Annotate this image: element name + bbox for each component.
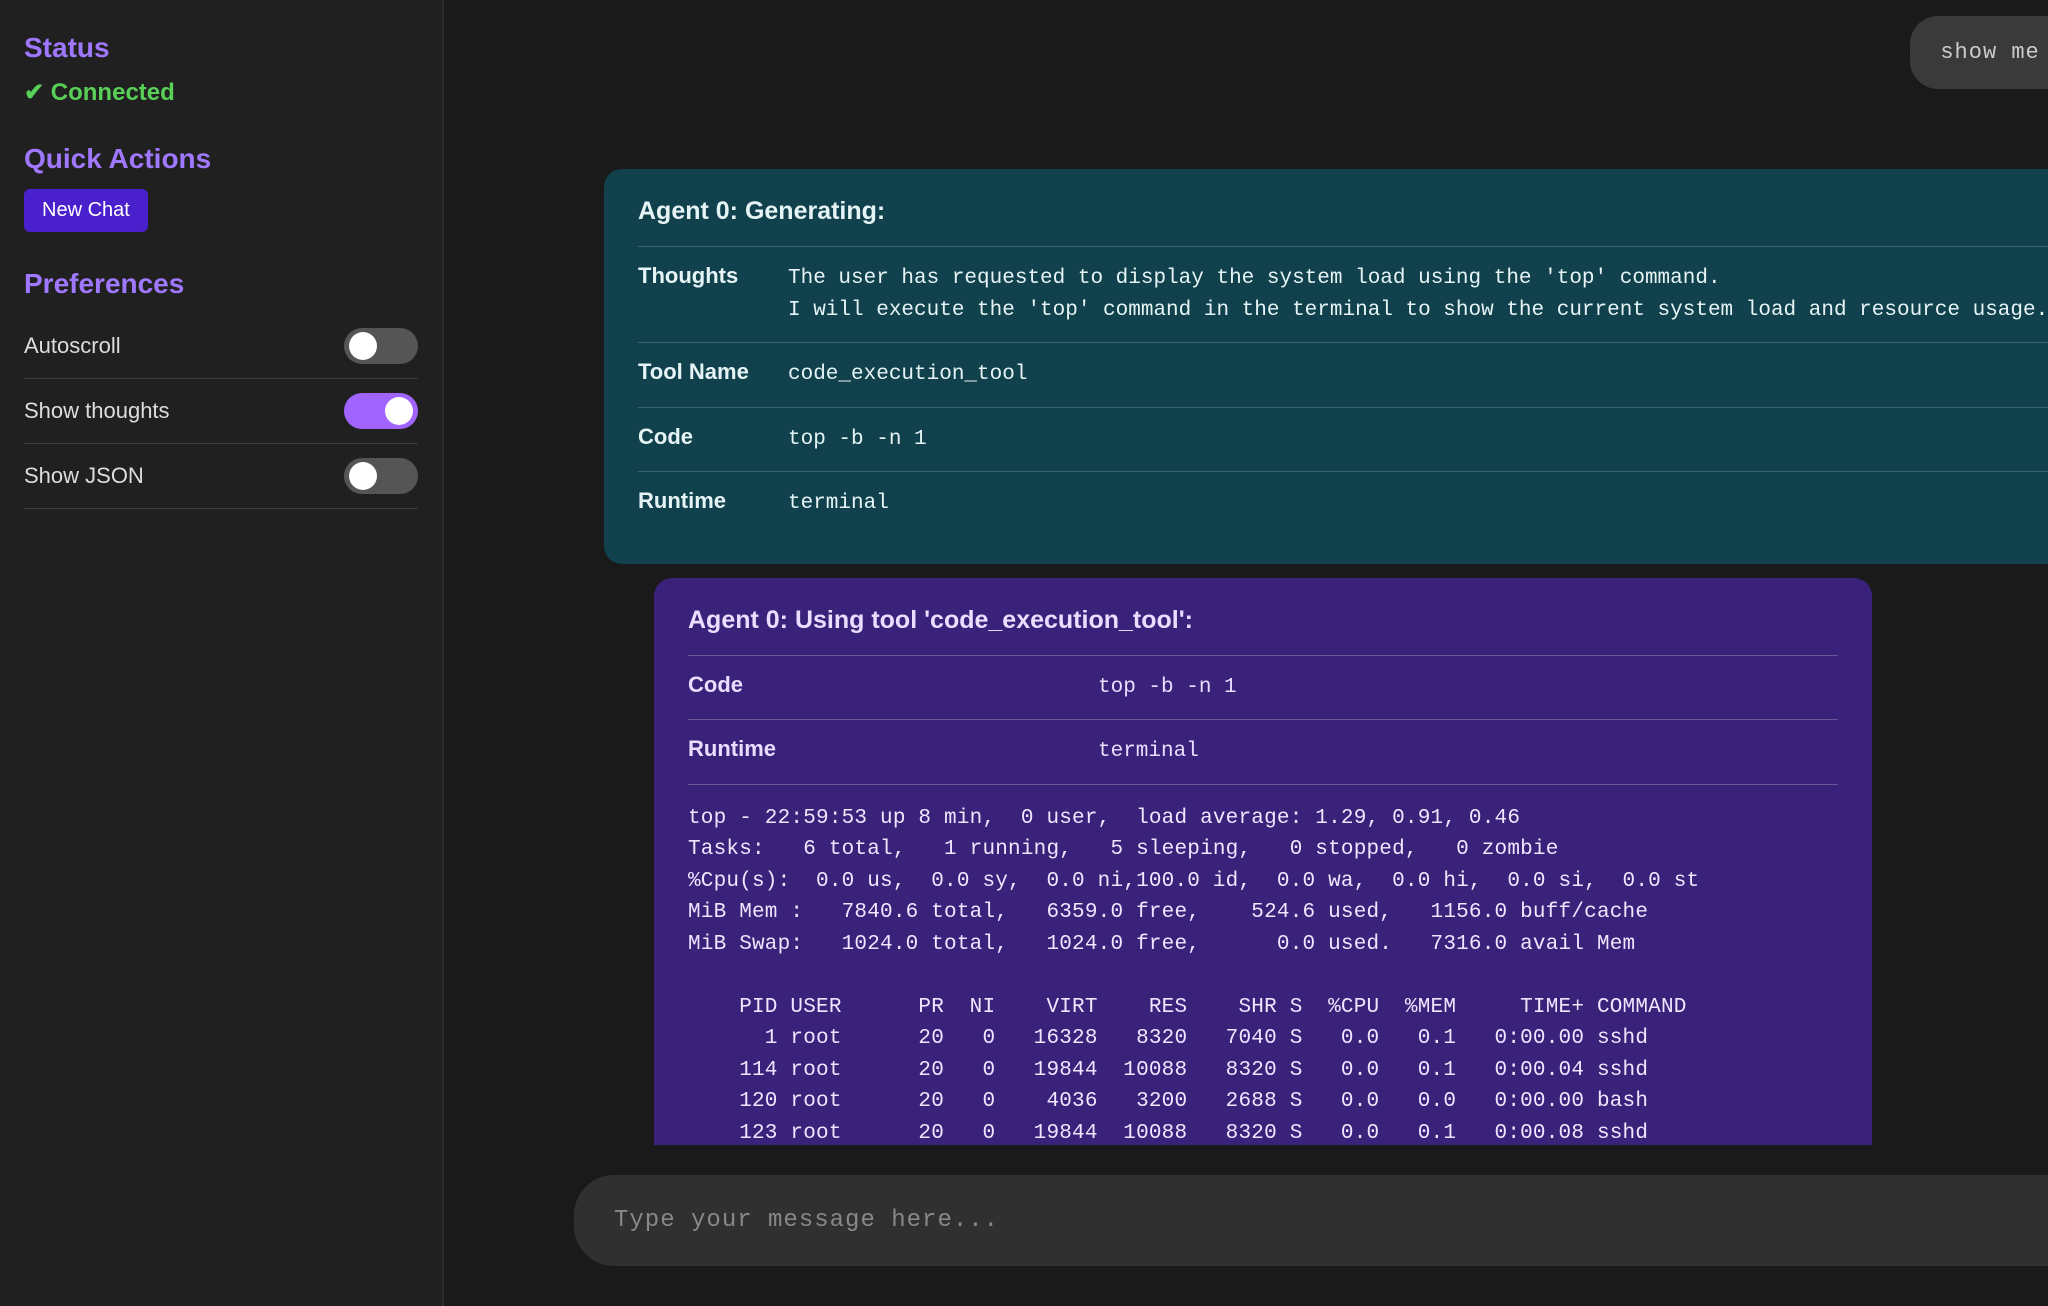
quick-actions-title: Quick Actions [24, 143, 418, 175]
sidebar: Status ✔ Connected Quick Actions New Cha… [0, 0, 444, 1306]
gen-key: Tool Name [638, 359, 788, 385]
gen-key: Runtime [638, 488, 788, 514]
pref-row-show-json: Show JSON [24, 444, 418, 509]
pref-label: Show thoughts [24, 398, 170, 424]
chat-area: show me system load using top Agent 0: G… [444, 0, 2048, 1145]
tool-key: Code [688, 672, 1098, 698]
agent-tool-block: Agent 0: Using tool 'code_execution_tool… [654, 578, 1872, 1146]
toggle-knob [349, 332, 377, 360]
connection-status: ✔ Connected [24, 78, 418, 107]
tool-row-code: Code top -b -n 1 [688, 655, 1838, 720]
tool-row-runtime: Runtime terminal [688, 719, 1838, 784]
agent-generating-block: Agent 0: Generating: Thoughts The user h… [604, 169, 2048, 564]
gen-val: code_execution_tool [788, 359, 1027, 391]
pref-label: Autoscroll [24, 333, 121, 359]
main-panel: show me system load using top Agent 0: G… [444, 0, 2048, 1306]
toggle-knob [385, 397, 413, 425]
gen-row-toolname: Tool Name code_execution_tool [638, 342, 2048, 407]
status-title: Status [24, 32, 418, 64]
gen-val: top -b -n 1 [788, 424, 927, 456]
autoscroll-toggle[interactable] [344, 328, 418, 364]
user-message: show me system load using top [1910, 16, 2048, 89]
tool-val: terminal [1098, 736, 1199, 768]
preferences-title: Preferences [24, 268, 418, 300]
gen-row-code: Code top -b -n 1 [638, 407, 2048, 472]
gen-key: Thoughts [638, 263, 788, 289]
toggle-knob [349, 462, 377, 490]
new-chat-button[interactable]: New Chat [24, 189, 148, 232]
tool-key: Runtime [688, 736, 1098, 762]
pref-row-autoscroll: Autoscroll [24, 314, 418, 379]
gen-row-thoughts: Thoughts The user has requested to displ… [638, 246, 2048, 342]
input-bar: ➤ [444, 1145, 2048, 1306]
tool-title: Agent 0: Using tool 'code_execution_tool… [688, 606, 1838, 635]
gen-val: terminal [788, 488, 889, 520]
pref-row-show-thoughts: Show thoughts [24, 379, 418, 444]
tool-val: top -b -n 1 [1098, 672, 1237, 704]
gen-row-runtime: Runtime terminal [638, 471, 2048, 536]
show-json-toggle[interactable] [344, 458, 418, 494]
gen-val: The user has requested to display the sy… [788, 263, 2048, 326]
message-input[interactable] [574, 1175, 2048, 1266]
terminal-output: top - 22:59:53 up 8 min, 0 user, load av… [688, 784, 1838, 1146]
show-thoughts-toggle[interactable] [344, 393, 418, 429]
gen-key: Code [638, 424, 788, 450]
pref-label: Show JSON [24, 463, 144, 489]
app-root: Status ✔ Connected Quick Actions New Cha… [0, 0, 2048, 1306]
generating-title: Agent 0: Generating: [638, 197, 2048, 226]
